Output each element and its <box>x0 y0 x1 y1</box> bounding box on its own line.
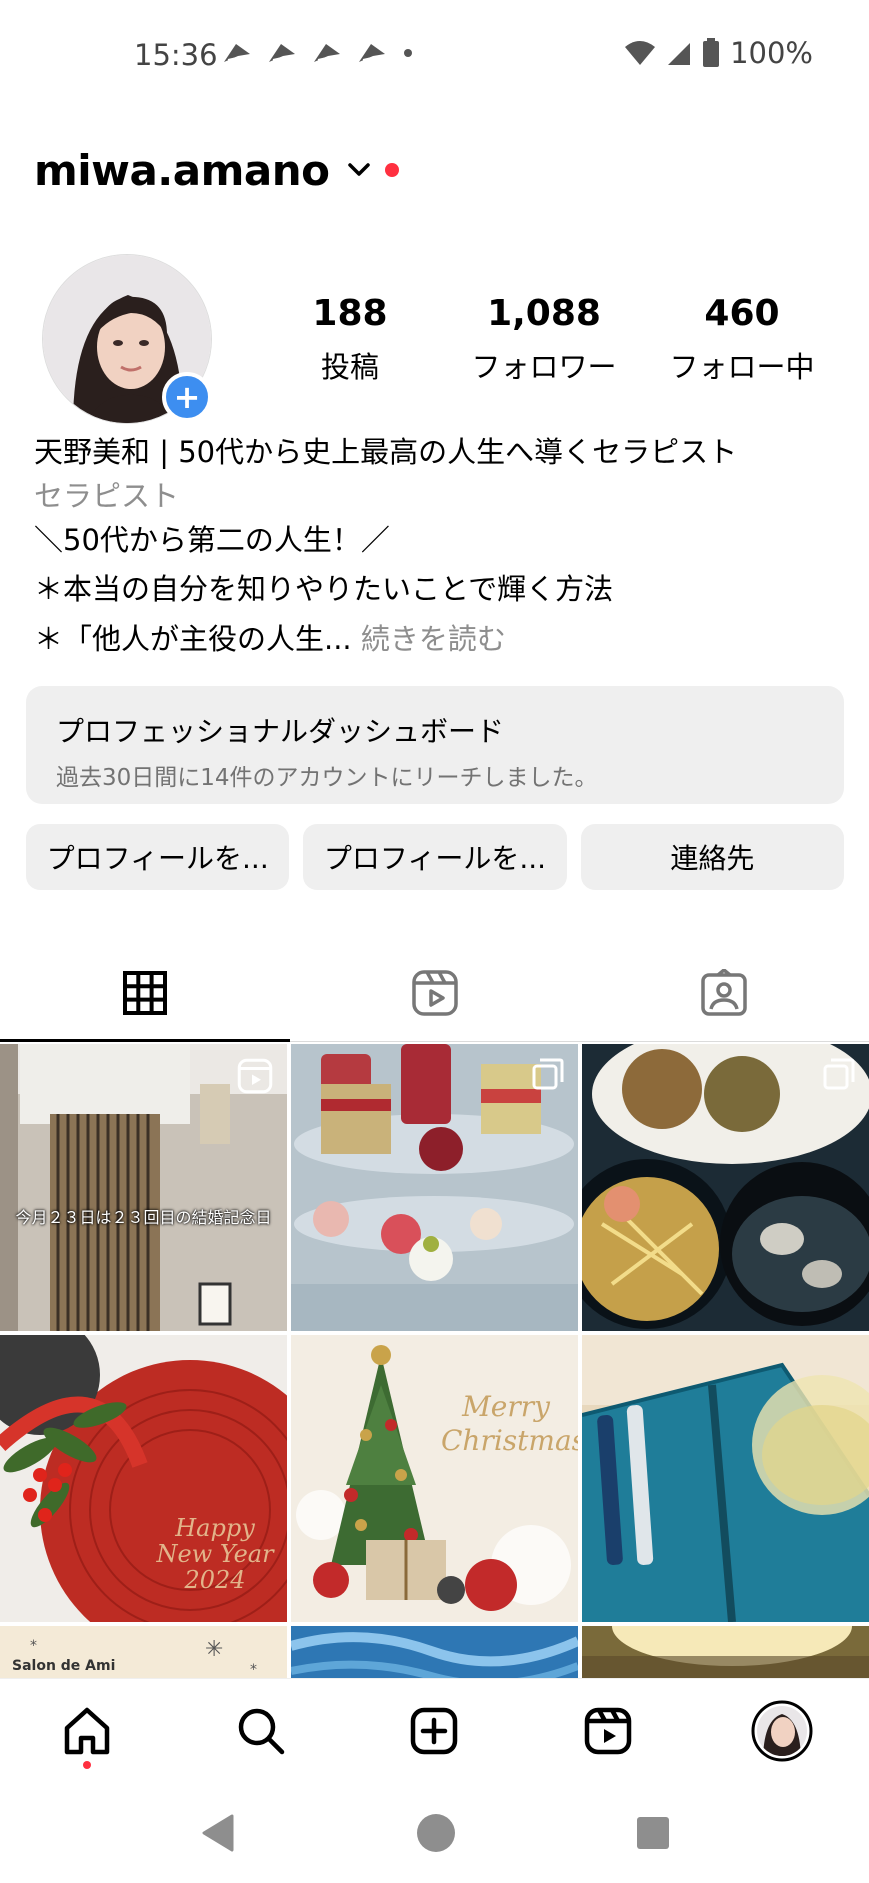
reels-icon <box>237 1058 273 1094</box>
bottom-navigation <box>0 1678 869 1783</box>
post-tile[interactable]: Happy New Year 2024 <box>0 1335 287 1622</box>
post-image <box>582 1335 869 1622</box>
dashboard-title: プロフェッショナルダッシュボード <box>56 715 505 748</box>
create-icon <box>411 1707 458 1755</box>
bio-line: ＊「他人が主役の人生... <box>34 622 352 656</box>
professional-dashboard[interactable]: プロフェッショナルダッシュボード 過去30日間に14件のアカウントにリーチしまし… <box>26 686 844 804</box>
stat-value: 1,088 <box>487 293 601 334</box>
back-icon[interactable] <box>200 1814 236 1852</box>
battery-icon <box>703 38 720 67</box>
profile-tabs <box>0 944 869 1042</box>
status-bar: 15:36 100% <box>0 0 869 112</box>
avatar-container[interactable]: + <box>42 254 212 424</box>
post-tile[interactable]: 今月２３日は２３回目の結婚記念日 <box>0 1044 287 1331</box>
svg-text:*: * <box>250 1662 257 1678</box>
home-notification-dot <box>82 1761 91 1769</box>
stat-label: 投稿 <box>320 350 379 384</box>
post-tile[interactable] <box>291 1626 578 1678</box>
stat-label: フォロワー <box>471 350 617 384</box>
bio-line: ＊本当の自分を知りやりたいことで輝く方法 <box>34 572 614 606</box>
svg-text:✳: ✳ <box>205 1637 223 1662</box>
share-profile-button[interactable]: プロフィールを... <box>303 824 567 890</box>
dashboard-subtitle: 過去30日間に14件のアカウントにリーチしました。 <box>56 765 598 791</box>
signal-icon <box>668 43 691 65</box>
status-time: 15:36 <box>134 38 218 72</box>
nav-home[interactable] <box>0 1679 174 1783</box>
notification-icon <box>269 44 295 62</box>
posts-grid: 今月２３日は２３回目の結婚記念日 Happy New Year 2024 Mer… <box>0 1044 869 1678</box>
stat-posts[interactable]: 188 投稿 <box>300 293 400 386</box>
post-tile[interactable] <box>582 1044 869 1331</box>
grid-icon <box>122 970 167 1015</box>
contact-button[interactable]: 連絡先 <box>580 824 844 890</box>
bio-line-truncated: ＊「他人が主役の人生... 続きを読む <box>34 620 844 658</box>
post-overlay-text: Happy New Year 2024 <box>156 1514 274 1594</box>
notification-icon <box>359 44 385 62</box>
stat-value: 460 <box>704 293 780 334</box>
nav-reels[interactable] <box>521 1679 695 1783</box>
more-notifications-dot-icon <box>404 49 412 57</box>
add-story-button[interactable]: + <box>162 372 212 422</box>
stat-label: フォロー中 <box>669 350 815 384</box>
post-tile[interactable] <box>582 1335 869 1622</box>
wifi-icon <box>625 41 656 65</box>
post-overlay-text: Merry Christmas <box>441 1390 578 1457</box>
notification-icons <box>222 42 414 64</box>
nav-create[interactable] <box>348 1679 522 1783</box>
stat-following[interactable]: 460 フォロー中 <box>662 293 822 386</box>
post-overlay-text: 今月２３日は２３回目の結婚記念日 <box>15 1208 272 1227</box>
carousel-icon <box>532 1058 564 1090</box>
carousel-icon <box>823 1058 855 1090</box>
category-label: セラピスト <box>34 479 180 513</box>
profile-action-buttons: プロフィールを... プロフィールを... 連絡先 <box>26 824 844 890</box>
post-overlay-text: Salon de Ami <box>12 1658 116 1674</box>
tab-reels[interactable] <box>290 944 580 1041</box>
bio-line: ＼50代から第二の人生！／ <box>34 523 390 557</box>
username[interactable]: miwa.amano <box>34 146 330 195</box>
notification-dot <box>385 163 400 177</box>
stat-followers[interactable]: 1,088 フォロワー <box>454 293 634 386</box>
chevron-down-icon[interactable] <box>347 162 371 178</box>
post-tile[interactable] <box>291 1044 578 1331</box>
svg-text:*: * <box>30 1638 37 1654</box>
nav-search[interactable] <box>174 1679 348 1783</box>
post-tile[interactable] <box>582 1626 869 1678</box>
search-icon <box>238 1708 284 1755</box>
home-icon <box>64 1707 110 1755</box>
post-image <box>582 1626 869 1678</box>
tab-tagged[interactable] <box>579 944 869 1041</box>
notification-icon <box>224 44 250 62</box>
stat-value: 188 <box>312 293 388 334</box>
post-image <box>291 1626 578 1678</box>
recents-icon[interactable] <box>636 1816 670 1850</box>
notification-icon <box>314 44 340 62</box>
nav-profile[interactable] <box>695 1679 869 1783</box>
reels-icon <box>585 1707 632 1755</box>
status-right: 100% <box>624 36 813 70</box>
system-navigation <box>0 1783 869 1883</box>
battery-percent: 100% <box>730 36 813 70</box>
profile-avatar <box>751 1700 813 1762</box>
post-image <box>291 1335 578 1622</box>
edit-profile-button[interactable]: プロフィールを... <box>26 824 290 890</box>
tagged-icon <box>701 968 747 1016</box>
read-more-link[interactable]: 続きを読む <box>361 622 506 656</box>
display-name: 天野美和 | 50代から史上最高の人生へ導くセラピスト <box>34 435 738 469</box>
profile-header[interactable]: miwa.amano <box>34 140 400 200</box>
post-tile[interactable]: * ✳ * Salon de Ami <box>0 1626 287 1678</box>
reels-icon <box>411 969 458 1016</box>
post-tile[interactable]: Merry Christmas <box>291 1335 578 1622</box>
home-button-icon[interactable] <box>416 1813 456 1853</box>
tab-grid[interactable] <box>0 944 290 1042</box>
